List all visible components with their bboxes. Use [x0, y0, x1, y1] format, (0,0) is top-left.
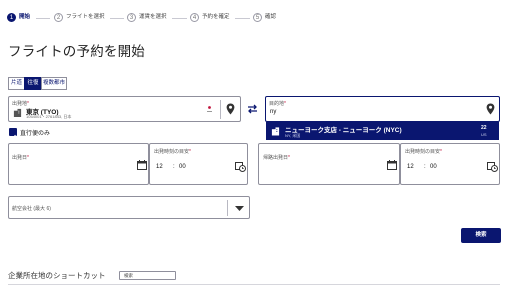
airline-divider	[227, 200, 228, 216]
chevron-down-icon[interactable]	[235, 206, 244, 211]
destination-input-value[interactable]: ny	[270, 109, 276, 115]
airline-select[interactable]: 航空会社 (最大 6)	[8, 196, 250, 219]
calendar-icon[interactable]	[137, 160, 147, 170]
suggestion-badge-top: 22	[481, 125, 487, 131]
origin-divider	[220, 100, 221, 119]
step-2-label: フライトを選択	[66, 14, 105, 20]
return-hour[interactable]: 12	[407, 164, 414, 170]
suggestion-title: ニューヨーク支店 - ニューヨーク (NYC)	[285, 127, 402, 134]
step-2-number: 2	[54, 13, 63, 22]
step-3-number: 3	[127, 13, 136, 22]
depart-time-label: 出発時刻の目安*	[154, 149, 191, 155]
trip-type-selector: 片道 往復 複数都市	[8, 77, 78, 90]
shortcut-title: 企業所在地のショートカット	[8, 271, 106, 280]
destination-field[interactable]: 目的地* ny	[265, 96, 500, 122]
step-3-label: 運賃を選択	[139, 14, 167, 20]
step-4-number: 4	[190, 13, 199, 22]
clock-icon[interactable]	[235, 161, 246, 172]
shortcut-search-input[interactable]: 検索	[119, 271, 176, 280]
depart-hour[interactable]: 12	[156, 164, 163, 170]
step-connector	[172, 18, 187, 19]
step-1-label: 開始	[19, 14, 31, 20]
stepper: 1 開始 2 フライトを選択 3 運賃を選択 4 予約を確定 5 確認	[0, 0, 513, 30]
section-divider	[8, 284, 500, 285]
depart-time-field[interactable]: 出発時刻の目安* 12 : 00	[149, 143, 248, 185]
return-time-separator: :	[424, 164, 426, 170]
return-date-field[interactable]: 帰路出発日*	[258, 143, 400, 185]
return-date-label: 帰路出発日*	[263, 155, 290, 161]
step-4-label: 予約を確定	[202, 14, 230, 20]
check-icon	[10, 134, 16, 140]
destination-label: 目的地*	[269, 101, 286, 107]
suggestion-subtitle: NY, 米国	[285, 133, 301, 138]
nonstop-checkbox[interactable]	[9, 128, 17, 140]
nonstop-label: 直行便のみ	[20, 131, 51, 137]
depart-date-field[interactable]: 出発日*	[8, 143, 149, 185]
clock-icon[interactable]	[487, 161, 498, 172]
return-minute[interactable]: 00	[430, 164, 437, 170]
step-1-number: 1	[7, 13, 16, 22]
step-connector	[110, 18, 124, 19]
origin-detail: 1054001・2761843, 日本	[26, 114, 72, 119]
depart-minute[interactable]: 00	[179, 164, 186, 170]
swap-icon[interactable]	[247, 104, 258, 114]
flag-icon	[206, 105, 213, 114]
trip-type-multicity[interactable]: 複数都市	[41, 77, 67, 90]
return-time-field[interactable]: 出発時刻の目安* 12 : 00	[400, 143, 500, 185]
airline-label: 航空会社 (最大 6)	[12, 206, 51, 212]
calendar-icon[interactable]	[387, 160, 397, 170]
depart-time-separator: :	[173, 164, 175, 170]
step-5-number: 5	[253, 13, 262, 22]
step-5-label: 確認	[265, 14, 277, 20]
origin-field[interactable]: 出発地* 東京 (TYO) 1054001・2761843, 日本	[8, 96, 241, 122]
shortcut-search-placeholder: 検索	[124, 273, 133, 278]
trip-type-roundtrip[interactable]: 往復	[24, 77, 42, 90]
page-title: フライトの予約を開始	[8, 44, 145, 59]
step-connector	[235, 18, 250, 19]
building-icon	[271, 126, 280, 136]
building-icon	[13, 108, 22, 117]
location-pin-icon[interactable]	[486, 103, 495, 115]
step-connector	[36, 18, 50, 19]
depart-date-label: 出発日*	[12, 155, 29, 161]
location-pin-icon[interactable]	[226, 103, 235, 115]
suggestion-badge-bottom: US	[481, 132, 487, 137]
return-time-label: 出発時刻の目安*	[405, 149, 442, 155]
search-button[interactable]: 検索	[461, 228, 501, 243]
trip-type-oneway[interactable]: 片道	[8, 77, 25, 90]
destination-suggestion[interactable]: ニューヨーク支店 - ニューヨーク (NYC) NY, 米国 22 US	[266, 122, 499, 140]
